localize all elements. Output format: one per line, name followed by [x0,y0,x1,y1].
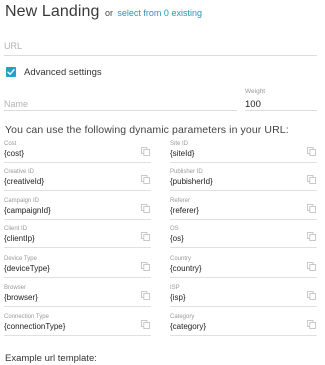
param-value[interactable]: {cost} [4,149,24,158]
param-value[interactable]: {category} [170,322,206,331]
param-value[interactable]: {isp} [170,293,186,302]
page-title: New Landing [5,3,100,20]
copy-icon[interactable] [141,175,150,184]
copy-icon[interactable] [307,232,316,241]
param-label: ISP [170,285,180,291]
copy-icon[interactable] [141,320,150,329]
copy-icon[interactable] [307,204,316,213]
copy-icon[interactable] [307,262,316,271]
page-header: New Landing or select from 0 existing [5,3,202,21]
param-value[interactable]: {pubisherId} [170,177,213,186]
param-value[interactable]: {referer} [170,206,199,215]
param-value[interactable]: {deviceType} [4,264,50,273]
param-label: Client ID [4,226,28,232]
select-existing-link[interactable]: select from 0 existing [117,8,202,18]
param-label: Category [170,314,195,320]
param-label: Site ID [170,141,189,147]
param-field: Cost {cost} [4,141,151,163]
params-section-title: You can use the following dynamic parame… [5,124,289,136]
copy-icon[interactable] [141,291,150,300]
param-value[interactable]: {creativeId} [4,177,44,186]
param-value[interactable]: {clientIp} [4,234,35,243]
check-icon [7,69,15,75]
copy-icon[interactable] [141,204,150,213]
param-field: Referer {referer} [170,198,317,220]
param-field: Creative ID {creativeId} [4,169,151,191]
param-value[interactable]: {campaignId} [4,206,51,215]
copy-icon[interactable] [141,147,150,156]
param-value[interactable]: {browser} [4,293,38,302]
param-label: Campaign ID [4,198,40,204]
copy-icon[interactable] [307,175,316,184]
param-field: Publisher ID {pubisherId} [170,169,317,191]
or-text: or [104,8,113,18]
advanced-settings-checkbox[interactable] [6,67,16,77]
param-field: ISP {isp} [170,285,317,307]
param-label: Device Type [4,256,37,262]
param-value[interactable]: {siteId} [170,149,194,158]
param-label: Cost [4,141,17,147]
param-field: Category {category} [170,314,317,336]
url-placeholder: URL [4,41,23,51]
param-field: Connection Type {connectionType} [4,314,151,336]
param-field: Device Type {deviceType} [4,256,151,278]
param-label: Country [170,256,192,262]
param-field: Campaign ID {campaignId} [4,198,151,220]
copy-icon[interactable] [307,320,316,329]
copy-icon[interactable] [307,147,316,156]
param-label: Connection Type [4,314,49,320]
param-label: OS [170,226,179,232]
example-template-title: Example url template: [5,353,97,364]
param-label: Creative ID [4,169,35,175]
param-field: Country {country} [170,256,317,278]
param-field: Site ID {siteId} [170,141,317,163]
url-input[interactable]: URL [4,38,317,56]
name-input[interactable]: Name [4,94,237,111]
copy-icon[interactable] [307,291,316,300]
param-value[interactable]: {connectionType} [4,322,65,331]
param-label: Publisher ID [170,169,203,175]
name-placeholder: Name [4,99,29,109]
param-field: OS {os} [170,226,317,248]
param-label: Referer [170,198,191,204]
param-value[interactable]: {os} [170,234,184,243]
copy-icon[interactable] [141,262,150,271]
copy-icon[interactable] [141,232,150,241]
param-field: Client ID {clientIp} [4,226,151,248]
advanced-settings-label: Advanced settings [24,67,102,78]
weight-value: 100 [245,99,261,110]
param-label: Browser [4,285,27,291]
param-value[interactable]: {country} [170,264,202,273]
param-field: Browser {browser} [4,285,151,307]
